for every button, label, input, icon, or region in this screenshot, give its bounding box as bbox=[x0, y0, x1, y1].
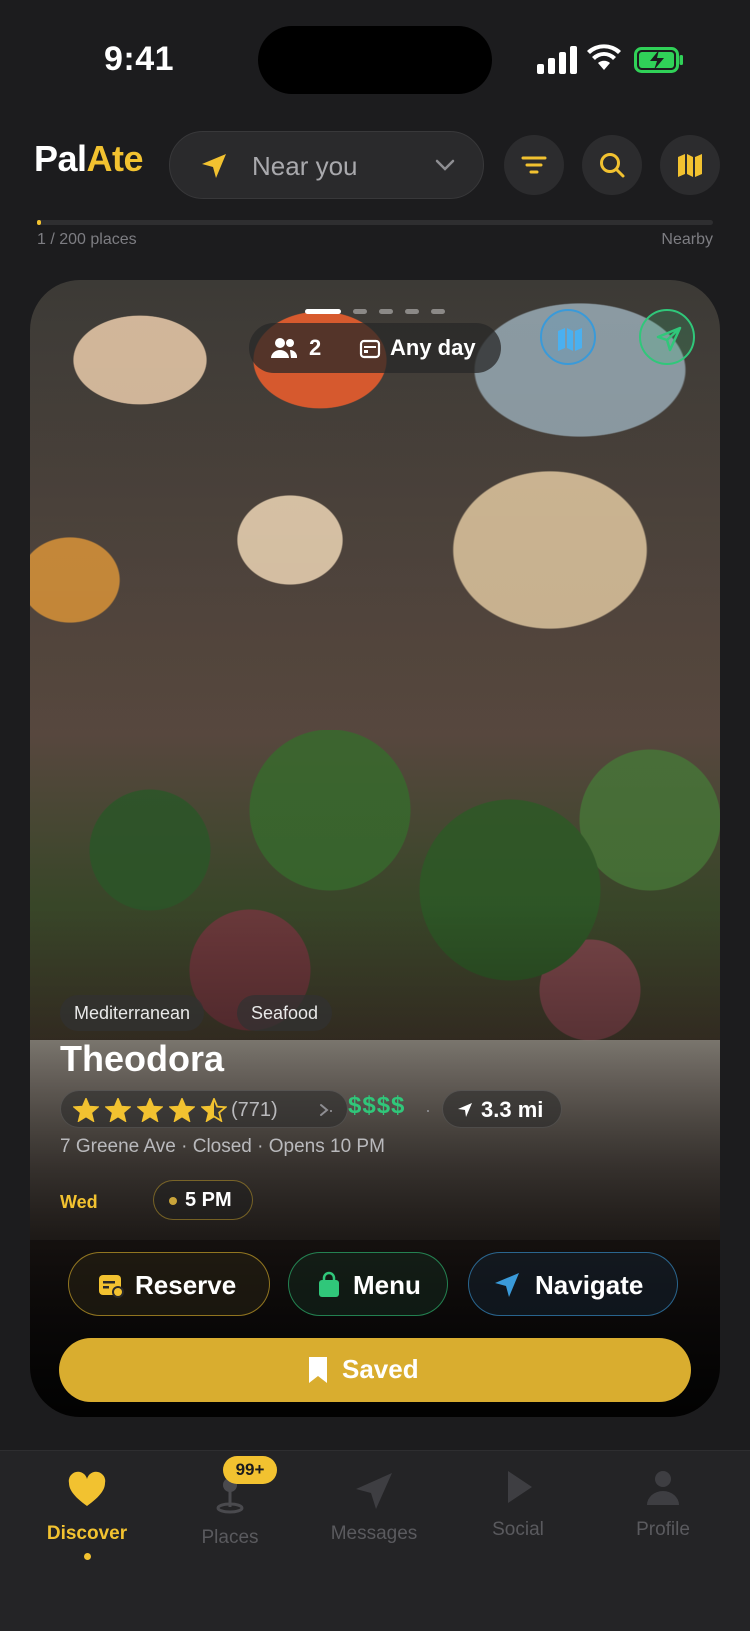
active-indicator bbox=[84, 1553, 91, 1560]
app-logo: PalAte bbox=[34, 138, 144, 180]
calendar-icon bbox=[359, 339, 381, 359]
tab-label: Social bbox=[492, 1519, 544, 1540]
price-level: $$$$ bbox=[348, 1092, 406, 1119]
distance-value: 3.3 mi bbox=[481, 1097, 544, 1122]
sort-label: Nearby bbox=[661, 231, 713, 248]
separator-dot: · bbox=[328, 1100, 334, 1120]
filter-icon bbox=[521, 156, 547, 174]
review-count: (771) bbox=[231, 1099, 278, 1121]
location-arrow-icon bbox=[458, 1103, 472, 1117]
heart-icon bbox=[68, 1471, 106, 1506]
pager-dot bbox=[379, 309, 393, 314]
location-selector[interactable]: Near you bbox=[169, 131, 484, 199]
filter-button[interactable] bbox=[504, 135, 564, 195]
separator-dot: · bbox=[425, 1100, 431, 1120]
search-button[interactable] bbox=[582, 135, 642, 195]
tab-label: Places bbox=[201, 1527, 259, 1548]
reserve-label: Reserve bbox=[135, 1270, 237, 1300]
slot-dot bbox=[169, 1197, 177, 1205]
star-full-icon bbox=[73, 1098, 99, 1122]
star-full-icon bbox=[105, 1098, 131, 1122]
card-directions-button[interactable] bbox=[639, 309, 695, 365]
address-hours: 7 Greene Ave · Closed · Opens 10 PM bbox=[60, 1136, 385, 1157]
tab-social[interactable]: Social bbox=[443, 1467, 593, 1577]
tab-label: Discover bbox=[46, 1523, 128, 1544]
navigate-button[interactable]: Navigate bbox=[468, 1252, 678, 1316]
tab-bar: Discover Places Messages Social Profile bbox=[0, 1450, 750, 1631]
pager-dot bbox=[405, 309, 419, 314]
chevron-down-icon bbox=[435, 159, 455, 171]
navigate-label: Navigate bbox=[535, 1270, 644, 1300]
menu-label: Menu bbox=[353, 1270, 421, 1300]
tab-places[interactable]: Places bbox=[155, 1475, 305, 1585]
weekday-label: Wed bbox=[60, 1192, 98, 1212]
battery-charging-icon bbox=[634, 47, 683, 73]
star-half-icon bbox=[201, 1098, 227, 1122]
logo-part1: Pal bbox=[34, 138, 87, 179]
location-label: Near you bbox=[252, 151, 358, 181]
status-time: 9:41 bbox=[104, 40, 175, 78]
star-full-icon bbox=[169, 1098, 195, 1122]
places-progress-fill bbox=[37, 220, 41, 225]
tab-profile[interactable]: Profile bbox=[588, 1467, 738, 1577]
card-map-button[interactable] bbox=[540, 309, 596, 365]
reserve-calendar-icon bbox=[99, 1275, 124, 1298]
rating-reviews-button[interactable]: (771) bbox=[60, 1090, 348, 1128]
saved-label: Saved bbox=[342, 1354, 419, 1384]
tab-label: Profile bbox=[636, 1519, 690, 1540]
send-arrow-icon bbox=[656, 326, 682, 352]
places-badge: 99+ bbox=[223, 1456, 277, 1484]
day-label: Any day bbox=[390, 335, 476, 360]
tab-messages[interactable]: Messages bbox=[299, 1471, 449, 1581]
logo-part2: Ate bbox=[86, 138, 144, 179]
map-button[interactable] bbox=[660, 135, 720, 195]
dynamic-island bbox=[258, 26, 492, 94]
bookmark-icon bbox=[309, 1357, 327, 1383]
restaurant-card[interactable]: 2 Any day Mediterranean Seafood Theodora… bbox=[30, 280, 720, 1417]
party-size: 2 bbox=[309, 335, 322, 360]
wifi-icon bbox=[587, 44, 621, 70]
tab-label: Messages bbox=[330, 1523, 418, 1544]
send-icon bbox=[356, 1473, 392, 1509]
places-progress-bar bbox=[37, 220, 713, 225]
pager-dot bbox=[353, 309, 367, 314]
reserve-button[interactable]: Reserve bbox=[68, 1252, 270, 1316]
cellular-signal-icon bbox=[537, 46, 577, 74]
person-icon bbox=[647, 1471, 679, 1505]
status-bar: 9:41 bbox=[0, 0, 750, 110]
restaurant-name: Theodora bbox=[60, 1038, 225, 1079]
distance-badge: 3.3 mi bbox=[442, 1090, 562, 1128]
cuisine-tag: Mediterranean bbox=[60, 995, 205, 1031]
map-icon bbox=[558, 328, 582, 351]
party-day-selector[interactable]: 2 Any day bbox=[249, 323, 501, 373]
map-icon bbox=[678, 154, 702, 177]
star-full-icon bbox=[137, 1098, 163, 1122]
photo-gradient bbox=[30, 280, 720, 1417]
pager-dot bbox=[305, 309, 341, 314]
saved-button[interactable]: Saved bbox=[59, 1338, 691, 1402]
tab-discover[interactable]: Discover bbox=[12, 1471, 162, 1581]
time-slot-label: 5 PM bbox=[185, 1189, 232, 1211]
location-arrow-icon bbox=[202, 154, 226, 178]
play-icon bbox=[508, 1471, 532, 1503]
progress-label: 1 / 200 places bbox=[37, 231, 137, 248]
time-slot-button[interactable]: 5 PM bbox=[153, 1180, 253, 1220]
shopping-bag-icon bbox=[319, 1271, 339, 1297]
people-icon bbox=[271, 338, 297, 358]
cuisine-tag: Seafood bbox=[237, 995, 333, 1031]
search-icon bbox=[600, 153, 625, 178]
navigation-arrow-icon bbox=[495, 1273, 519, 1297]
menu-button[interactable]: Menu bbox=[288, 1252, 448, 1316]
pager-dot bbox=[431, 309, 445, 314]
